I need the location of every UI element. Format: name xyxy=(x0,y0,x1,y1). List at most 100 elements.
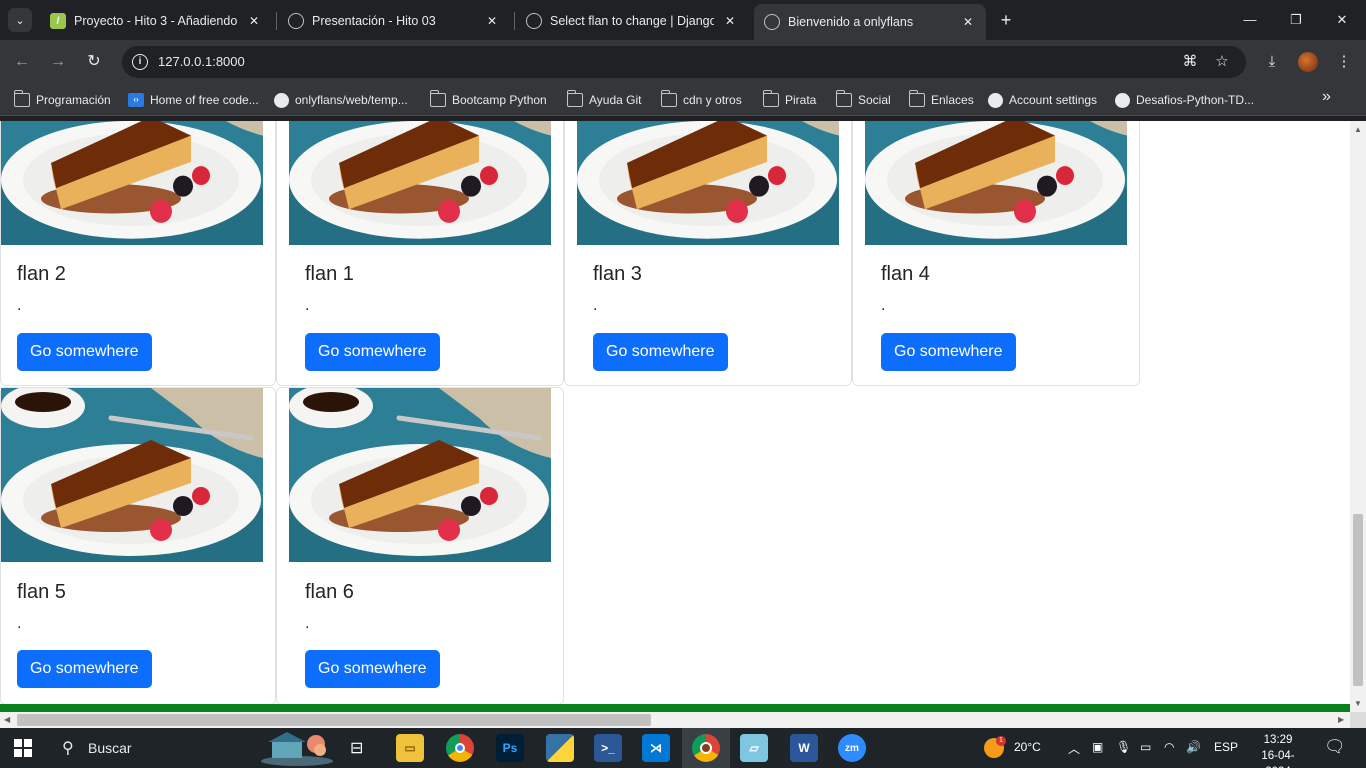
flan-image xyxy=(289,121,551,245)
clock[interactable]: 13:29 16-04-2024 xyxy=(1252,732,1304,768)
card-text: . xyxy=(593,297,598,314)
word-icon[interactable]: W xyxy=(790,734,818,762)
address-bar[interactable]: i 127.0.0.1:8000 ⌘ ☆ xyxy=(122,46,1246,78)
back-icon[interactable]: ← xyxy=(12,52,32,72)
bookmark-pirata[interactable]: Pirata xyxy=(762,90,817,108)
freecodecamp-icon: ‹› xyxy=(128,93,144,107)
go-somewhere-button[interactable]: Go somewhere xyxy=(305,333,440,371)
go-somewhere-button[interactable]: Go somewhere xyxy=(305,650,440,688)
python-icon[interactable] xyxy=(546,734,574,762)
go-somewhere-button[interactable]: Go somewhere xyxy=(881,333,1016,371)
go-somewhere-button[interactable]: Go somewhere xyxy=(593,333,728,371)
tab-onlyflans[interactable]: Bienvenido a onlyflans ✕ xyxy=(754,4,986,40)
windows-start-icon[interactable] xyxy=(14,739,32,757)
tab-title: Bienvenido a onlyflans xyxy=(788,15,914,29)
weather-badge: 1 xyxy=(996,736,1006,746)
globe-icon xyxy=(526,13,542,29)
bookmark-social[interactable]: Social xyxy=(835,90,891,108)
notifications-icon[interactable]: 🗨 xyxy=(1324,737,1346,757)
chevron-up-icon[interactable]: ︿ xyxy=(1068,740,1080,757)
vertical-scroll-thumb[interactable] xyxy=(1353,514,1363,686)
card-title: flan 6 xyxy=(305,581,354,603)
zoom-icon[interactable]: zm xyxy=(838,734,866,762)
tab-strip: ⌄ / Proyecto - Hito 3 - Añadiendo n ✕ Pr… xyxy=(0,0,1366,40)
restore-icon[interactable]: ❐ xyxy=(1286,10,1306,30)
forward-icon[interactable]: → xyxy=(48,52,68,72)
go-somewhere-button[interactable]: Go somewhere xyxy=(17,650,152,688)
bookmark-account-settings[interactable]: Account settings xyxy=(988,92,1097,108)
url-text[interactable]: 127.0.0.1:8000 xyxy=(158,54,245,69)
card-title: flan 4 xyxy=(881,263,930,285)
tab-divider xyxy=(276,12,277,30)
tab-django-admin[interactable]: Select flan to change | Django s ✕ xyxy=(516,6,748,36)
chrome-profile-icon[interactable] xyxy=(692,734,720,762)
card-title: flan 1 xyxy=(305,263,354,285)
translate-icon[interactable]: ⌘ xyxy=(1180,52,1200,72)
close-icon[interactable]: ✕ xyxy=(722,14,738,28)
close-icon[interactable]: ✕ xyxy=(960,15,976,29)
scroll-right-icon[interactable]: ▶ xyxy=(1338,715,1344,724)
reload-icon[interactable]: ↻ xyxy=(84,52,104,72)
scroll-up-icon[interactable]: ▲ xyxy=(1354,125,1362,134)
bookmark-label: Ayuda Git xyxy=(589,93,642,107)
volume-icon[interactable]: 🔊 xyxy=(1186,740,1201,754)
tab-proyecto[interactable]: / Proyecto - Hito 3 - Añadiendo n ✕ xyxy=(40,6,272,36)
go-somewhere-button[interactable]: Go somewhere xyxy=(17,333,152,371)
bookmark-star-icon[interactable]: ☆ xyxy=(1212,52,1232,72)
language-indicator[interactable]: ESP xyxy=(1214,740,1238,754)
profile-avatar[interactable] xyxy=(1298,52,1318,72)
tab-search-icon[interactable]: ⌄ xyxy=(8,8,32,32)
bookmark-onlyflans-repo[interactable]: onlyflans/web/temp... xyxy=(274,92,408,108)
flan-image xyxy=(865,121,1127,245)
scroll-down-icon[interactable]: ▼ xyxy=(1354,699,1362,708)
site-info-icon[interactable]: i xyxy=(132,54,148,70)
bookmark-ayuda-git[interactable]: Ayuda Git xyxy=(566,90,642,108)
page-viewport: flan 2 . Go somewhere flan 1 . Go somewh… xyxy=(0,121,1350,706)
file-explorer-icon[interactable]: ▭ xyxy=(396,734,424,762)
bookmark-programacion[interactable]: Programación xyxy=(13,90,111,108)
microphone-icon[interactable]: 🎙 xyxy=(1116,740,1131,754)
django-icon: / xyxy=(50,13,66,29)
bookmark-freecodecamp[interactable]: ‹› Home of free code... xyxy=(128,92,259,108)
photoshop-icon[interactable]: Ps xyxy=(496,734,524,762)
github-icon xyxy=(1115,92,1130,108)
bookmark-label: Desafios-Python-TD... xyxy=(1136,93,1255,107)
bookmark-label: Pirata xyxy=(785,93,817,107)
gazebo-widget-icon[interactable] xyxy=(258,732,336,766)
vscode-icon[interactable]: ⋊ xyxy=(642,734,670,762)
horizontal-scroll-thumb[interactable] xyxy=(17,714,651,726)
search-label: Buscar xyxy=(88,740,132,756)
download-icon[interactable]: ⤓ xyxy=(1262,52,1282,72)
battery-icon[interactable]: ▭ xyxy=(1140,740,1151,754)
notepad-icon[interactable]: ▱ xyxy=(740,734,768,762)
chrome-icon[interactable] xyxy=(446,734,474,762)
tab-presentacion[interactable]: Presentación - Hito 03 ✕ xyxy=(278,6,510,36)
meet-now-icon[interactable]: ▣ xyxy=(1092,740,1103,754)
new-tab-button[interactable]: + xyxy=(996,10,1016,30)
powershell-icon[interactable]: >_ xyxy=(594,734,622,762)
folder-icon xyxy=(908,90,925,107)
close-window-icon[interactable]: ✕ xyxy=(1332,10,1352,30)
bookmark-label: Enlaces xyxy=(931,93,974,107)
horizontal-scrollbar[interactable]: ◀ ▶ xyxy=(0,712,1350,728)
task-view-icon[interactable]: ⊟ xyxy=(350,738,363,758)
close-icon[interactable]: ✕ xyxy=(246,14,262,28)
bookmark-cdn-y-otros[interactable]: cdn y otros xyxy=(660,90,742,108)
card-text: . xyxy=(17,615,22,632)
flan-card: flan 2 . Go somewhere xyxy=(0,121,276,386)
wifi-icon[interactable]: ◠ xyxy=(1164,740,1174,754)
github-icon xyxy=(988,92,1003,108)
weather-temperature[interactable]: 20°C xyxy=(1014,740,1041,754)
minimize-icon[interactable]: — xyxy=(1240,10,1260,30)
folder-icon xyxy=(835,90,852,107)
scroll-left-icon[interactable]: ◀ xyxy=(4,715,10,724)
menu-icon[interactable]: ⋮ xyxy=(1334,52,1354,72)
chevron-right-icon[interactable]: » xyxy=(1322,88,1331,106)
bookmark-bootcamp-python[interactable]: Bootcamp Python xyxy=(429,90,547,108)
bookmark-enlaces[interactable]: Enlaces xyxy=(908,90,974,108)
flan-card: flan 6 . Go somewhere xyxy=(276,387,564,705)
bookmark-desafios-python[interactable]: Desafios-Python-TD... xyxy=(1115,92,1254,108)
card-title: flan 2 xyxy=(17,263,66,285)
vertical-scrollbar[interactable]: ▲ ▼ xyxy=(1350,121,1366,712)
close-icon[interactable]: ✕ xyxy=(484,14,500,28)
